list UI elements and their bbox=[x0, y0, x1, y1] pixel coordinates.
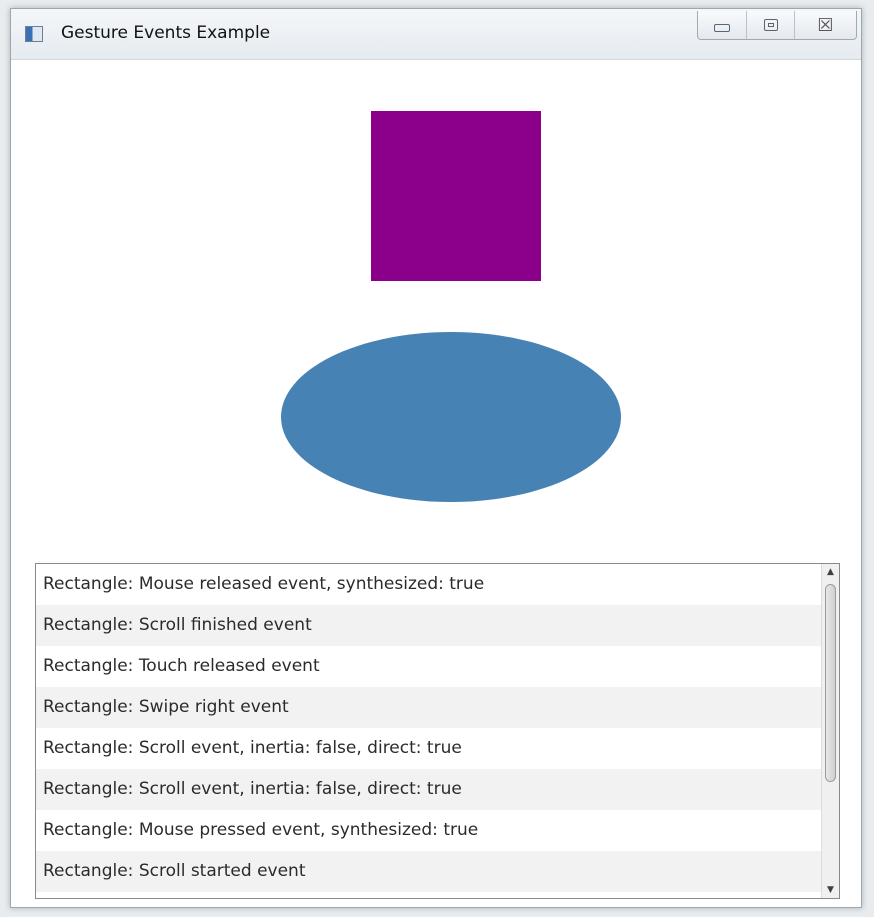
app-icon bbox=[25, 26, 43, 42]
minimize-button[interactable] bbox=[698, 11, 746, 39]
minimize-icon bbox=[714, 24, 730, 32]
app-window: Gesture Events Example ☒ Rectangle: Mous… bbox=[10, 8, 862, 908]
list-item[interactable]: Rectangle: Scroll finished event bbox=[36, 605, 821, 646]
maximize-button[interactable] bbox=[746, 11, 794, 39]
vertical-scrollbar[interactable]: ▲ ▼ bbox=[821, 564, 839, 898]
gesture-canvas bbox=[281, 111, 621, 502]
list-item[interactable]: Rectangle: Scroll event, inertia: false,… bbox=[36, 728, 821, 769]
list-item[interactable]: Rectangle: Scroll event, inertia: false,… bbox=[36, 769, 821, 810]
scroll-up-icon[interactable]: ▲ bbox=[822, 564, 839, 580]
gesture-ellipse[interactable] bbox=[281, 332, 621, 502]
close-icon: ☒ bbox=[817, 14, 834, 36]
window-content: Rectangle: Mouse released event, synthes… bbox=[11, 60, 861, 907]
list-item[interactable]: Rectangle: Mouse pressed event, synthesi… bbox=[36, 810, 821, 851]
restore-icon bbox=[763, 19, 778, 31]
list-item[interactable]: Rectangle: Touch released event bbox=[36, 646, 821, 687]
event-log-list[interactable]: Rectangle: Mouse released event, synthes… bbox=[35, 563, 840, 899]
list-item[interactable]: Rectangle: Scroll started event bbox=[36, 851, 821, 892]
close-button[interactable]: ☒ bbox=[794, 11, 856, 39]
list-item[interactable]: Rectangle: Mouse released event, synthes… bbox=[36, 564, 821, 605]
scroll-thumb[interactable] bbox=[825, 584, 836, 782]
gesture-rectangle[interactable] bbox=[371, 111, 541, 281]
title-bar[interactable]: Gesture Events Example ☒ bbox=[11, 9, 861, 60]
scroll-down-icon[interactable]: ▼ bbox=[822, 882, 839, 898]
window-controls: ☒ bbox=[697, 11, 857, 40]
event-log-rows: Rectangle: Mouse released event, synthes… bbox=[36, 564, 821, 898]
window-title: Gesture Events Example bbox=[61, 23, 271, 43]
list-item[interactable]: Rectangle: Swipe right event bbox=[36, 687, 821, 728]
